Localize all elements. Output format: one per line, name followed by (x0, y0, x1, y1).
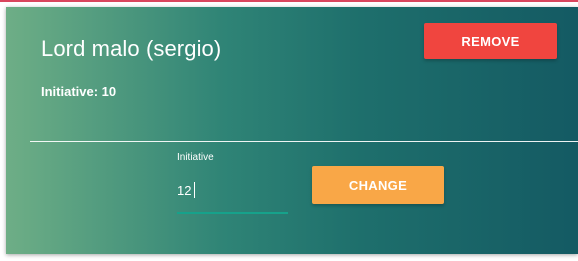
top-accent-line (0, 0, 578, 2)
character-name: Lord malo (sergio) (41, 36, 222, 61)
initiative-label: Initiative (177, 152, 214, 163)
page-frame: Lord malo (sergio) Initiative: 10 REMOVE… (0, 0, 578, 261)
character-card: Lord malo (sergio) Initiative: 10 REMOVE… (6, 7, 578, 254)
text-cursor (194, 182, 195, 198)
divider (30, 141, 578, 142)
input-underline (177, 212, 288, 214)
change-button[interactable]: CHANGE (312, 166, 444, 204)
initiative-value: Initiative: 10 (41, 84, 117, 99)
remove-button[interactable]: REMOVE (424, 23, 557, 59)
